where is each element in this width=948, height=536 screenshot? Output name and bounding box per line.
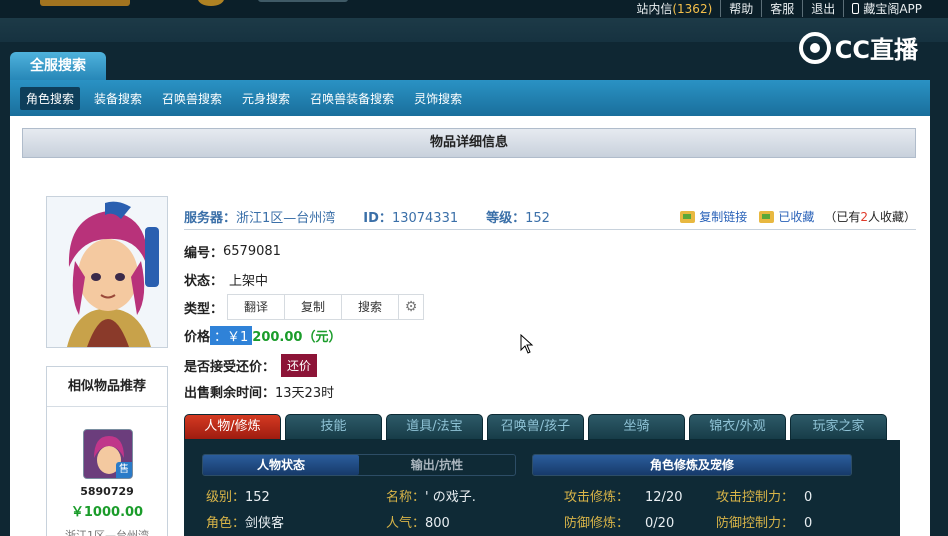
tab-pets-children[interactable]: 召唤兽/孩子 [487, 414, 584, 440]
cc-logo-icon [798, 31, 831, 64]
similar-items-title: 相似物品推荐 [47, 367, 167, 407]
partner-logo [198, 0, 224, 6]
character-avatar [46, 196, 168, 348]
cultivation-header: 角色修炼及宠修 [532, 454, 852, 476]
messages-link[interactable]: 站内信(1362) [628, 0, 720, 17]
stat-name: 名称：' の戏子. [386, 490, 476, 505]
level-info: 等级：152 [486, 211, 550, 226]
type-button-group: 翻译 复制 搜索 ⚙ [227, 294, 425, 320]
favorite-count: （已有2人收藏） [824, 210, 916, 224]
detail-title: 物品详细信息 [22, 128, 916, 158]
similar-item-server: 浙江1区—台州湾 [65, 529, 149, 536]
subtab-character-status[interactable]: 人物状态 [203, 455, 359, 475]
stat-level: 级别：152 [206, 490, 270, 505]
subnav-pet-search[interactable]: 召唤兽搜索 [156, 87, 228, 110]
stat-attack-cultivation: 攻击修炼： 12/20 [564, 490, 683, 505]
counter-offer-field: 是否接受还价： 还价 [184, 354, 318, 377]
character-stats-panel: 人物状态 输出/抗性 角色修炼及宠修 级别：152 名称：' の戏子. 攻击修炼… [184, 440, 900, 536]
help-link[interactable]: 帮助 [720, 0, 761, 17]
subnav-role-search[interactable]: 角色搜索 [20, 86, 81, 110]
sell-tag: 售 [116, 462, 132, 478]
similar-item-thumbnail[interactable]: 售 [83, 429, 133, 479]
similar-items-box: 相似物品推荐 售 5890729 ￥1000.00 浙江1区—台州湾 [46, 366, 168, 536]
tab-character-cultivation[interactable]: 人物/修炼 [184, 414, 281, 440]
subnav-equipment-search[interactable]: 装备搜索 [88, 87, 148, 110]
status-field: 状态： 上架中 [184, 274, 269, 289]
stat-role: 角色：剑侠客 [206, 516, 285, 531]
favorite-button[interactable]: 已收藏 [759, 208, 814, 225]
tab-all-server-search[interactable]: 全服搜索 [10, 52, 106, 82]
similar-item-id: 5890729 [80, 485, 134, 498]
subtab-cultivation[interactable]: 角色修炼及宠修 [533, 455, 851, 475]
price-field: 价格 ：￥1 200.00（元） [184, 326, 341, 345]
stat-defense-cultivation: 防御修炼： 0/20 [564, 516, 675, 531]
item-actions: 复制链接 已收藏 （已有2人收藏） [668, 208, 916, 225]
stat-popularity: 人气：800 [386, 516, 450, 531]
character-portrait [47, 197, 167, 347]
detail-panel: 物品详细信息 相似物品推荐 售 5890729 ￥1000.00 浙江1区—台州… [10, 116, 930, 536]
app-link[interactable]: 藏宝阁APP [843, 0, 930, 17]
similar-item-price: ￥1000.00 [70, 505, 144, 520]
subtab-output-resistance[interactable]: 输出/抗性 [359, 455, 515, 475]
subnav-pet-equipment-search[interactable]: 召唤兽装备搜索 [304, 87, 400, 110]
counter-offer-button[interactable]: 还价 [281, 354, 318, 377]
message-count: (1362) [672, 1, 713, 16]
serial-field: 编号： 6579081 [184, 244, 281, 261]
type-field: 类型： 翻译 复制 搜索 ⚙ [184, 294, 425, 320]
gear-icon[interactable]: ⚙ [399, 295, 423, 319]
mouse-cursor-icon [520, 334, 534, 354]
hotline-banner [258, 0, 348, 2]
subnav-yuanshen-search[interactable]: 元身搜索 [236, 87, 296, 110]
logout-link[interactable]: 退出 [802, 0, 843, 17]
favorite-icon [759, 210, 775, 223]
translate-button[interactable]: 翻译 [228, 295, 286, 319]
remaining-time-field: 出售剩余时间： 13天23时 [184, 386, 335, 401]
service-link[interactable]: 客服 [761, 0, 802, 17]
price-value: 200.00（元） [252, 330, 342, 345]
detail-tabs: 人物/修炼 技能 道具/法宝 召唤兽/孩子 坐骑 锦衣/外观 玩家之家 [184, 414, 891, 440]
tab-player-home[interactable]: 玩家之家 [790, 414, 887, 440]
search-subnav: 角色搜索 装备搜索 召唤兽搜索 元身搜索 召唤兽装备搜索 灵饰搜索 [10, 80, 930, 116]
tab-outfits[interactable]: 锦衣/外观 [689, 414, 786, 440]
stat-attack-control: 攻击控制力： 0 [716, 490, 813, 505]
phone-icon [852, 2, 860, 14]
cc-watermark: CC直播 [798, 30, 918, 65]
tab-mounts[interactable]: 坐骑 [588, 414, 685, 440]
id-info: ID：13074331 [363, 211, 459, 226]
tab-skills[interactable]: 技能 [285, 414, 382, 440]
item-summary-row: 服务器：浙江1区—台州湾 ID：13074331 等级：152 复制链接 已收藏… [184, 204, 916, 230]
copy-link-icon [680, 210, 696, 223]
tab-items-treasures[interactable]: 道具/法宝 [386, 414, 483, 440]
status-subtabs: 人物状态 输出/抗性 [202, 454, 516, 476]
copy-link-button[interactable]: 复制链接 [680, 208, 747, 225]
copy-button[interactable]: 复制 [285, 295, 343, 319]
top-bar: 站内信(1362) 帮助 客服 退出 藏宝阁APP [0, 0, 948, 18]
server-info: 服务器：浙江1区—台州湾 [184, 211, 336, 226]
stat-defense-control: 防御控制力： 0 [716, 516, 813, 531]
site-logo[interactable] [40, 0, 130, 6]
top-nav: 站内信(1362) 帮助 客服 退出 藏宝阁APP [628, 0, 930, 17]
price-selected-text: ：￥1 [210, 326, 253, 345]
subnav-ornament-search[interactable]: 灵饰搜索 [408, 87, 468, 110]
search-button[interactable]: 搜索 [342, 295, 400, 319]
